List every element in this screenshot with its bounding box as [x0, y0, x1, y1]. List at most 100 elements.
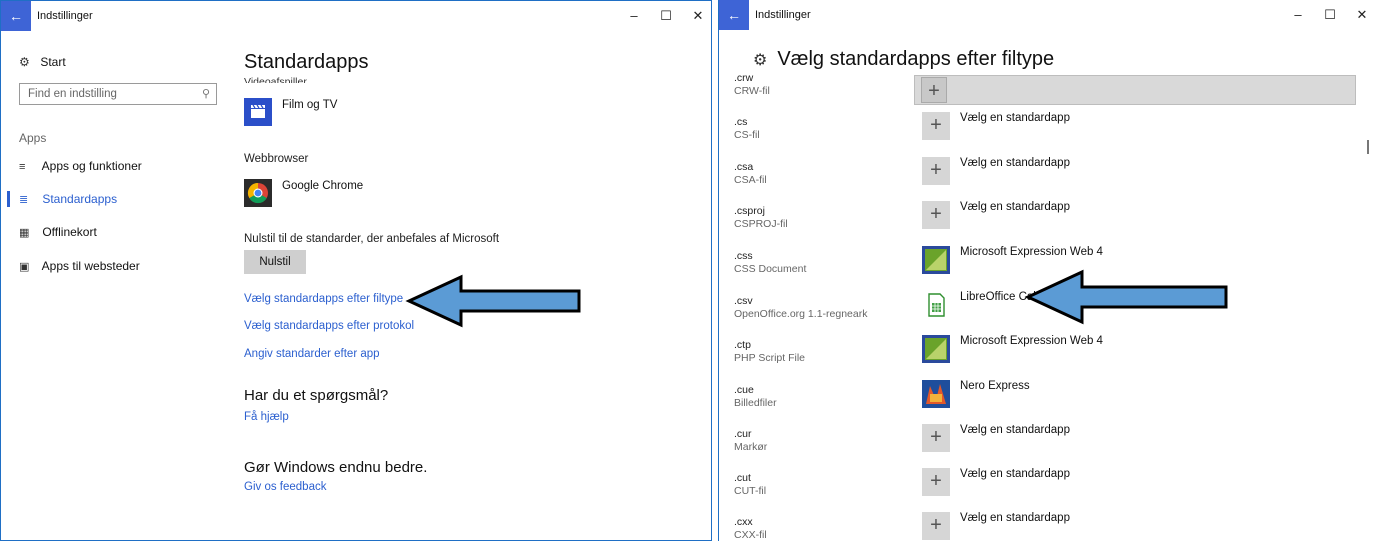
nav-start[interactable]: ⚙ Start: [19, 55, 66, 69]
filetype-row-cut: .cut CUT-fil + Vælg en standardapp: [734, 468, 1374, 516]
app-name: Vælg en standardapp: [960, 468, 1070, 480]
window-title: Indstillinger: [37, 10, 93, 22]
filetype-ext: .cut: [734, 472, 751, 484]
filetype-desc: PHP Script File: [734, 352, 805, 364]
close-button[interactable]: ✕: [681, 1, 711, 31]
sidebar-item-apps-websites[interactable]: ▣ Apps til websteder: [19, 259, 140, 273]
filetype-ext: .cur: [734, 428, 752, 440]
choose-by-protocol-link[interactable]: Vælg standardapps efter protokol: [244, 320, 414, 332]
web-app-icon: ▣: [19, 261, 30, 273]
defaults-icon: ≣: [19, 194, 29, 206]
sidebar-item-label: Offlinekort: [42, 225, 97, 239]
plus-icon: +: [922, 201, 950, 229]
set-defaults-by-app-link[interactable]: Angiv standarder efter app: [244, 348, 380, 360]
video-app-name: Film og TV: [282, 99, 338, 111]
sidebar-item-label: Apps til websteder: [41, 259, 140, 273]
filetype-row-csproj: .csproj CSPROJ-fil + Vælg en standardapp: [734, 201, 1374, 249]
app-name: Microsoft Expression Web 4: [960, 335, 1103, 347]
choose-app-button-crw[interactable]: +: [914, 75, 1356, 105]
back-button[interactable]: ←: [719, 0, 749, 30]
sidebar-item-apps-features[interactable]: ≡ Apps og funktioner: [19, 159, 142, 173]
filetype-desc: CS-fil: [734, 129, 760, 141]
chrome-icon: [244, 179, 272, 207]
filetype-row-csa: .csa CSA-fil + Vælg en standardapp: [734, 157, 1374, 205]
sidebar-item-label: Standardapps: [42, 192, 118, 206]
settings-window-left: ← Indstillinger – ☐ ✕ ⚙ Start Find en in…: [0, 0, 712, 541]
filetype-desc: CSPROJ-fil: [734, 218, 788, 230]
active-indicator: [7, 191, 10, 207]
page-title: Standardapps: [244, 51, 369, 73]
settings-window-right: ← Indstillinger – ☐ ✕ ⚙ Vælg standardapps…: [718, 0, 1378, 541]
nero-express-icon: [922, 380, 950, 408]
filetype-row-cs: .cs CS-fil + Vælg en standardapp: [734, 112, 1374, 160]
filetype-row-cxx: .cxx CXX-fil + Vælg en standardapp: [734, 512, 1374, 541]
gear-icon: ⚙: [753, 52, 768, 69]
filetype-ext: .cxx: [734, 516, 753, 528]
maximize-button[interactable]: ☐: [1313, 0, 1347, 30]
browser-app-name: Google Chrome: [282, 180, 364, 192]
choose-by-filetype-link[interactable]: Vælg standardapps efter filtype: [244, 293, 403, 305]
app-name: Vælg en standardapp: [960, 424, 1070, 436]
question-heading: Har du et spørgsmål?: [244, 387, 389, 404]
gear-icon: ⚙: [19, 55, 30, 69]
filetype-ext: .csa: [734, 161, 754, 173]
page-title: ⚙ Vælg standardapps efter filtype: [753, 48, 1054, 71]
back-button[interactable]: ←: [1, 1, 31, 31]
browser-label: Webbrowser: [244, 153, 309, 165]
list-icon: ≡: [19, 161, 26, 173]
reset-button[interactable]: Nulstil: [244, 250, 306, 274]
map-icon: ▦: [19, 227, 30, 239]
filetype-ext: .csproj: [734, 205, 765, 217]
app-name: Vælg en standardapp: [960, 112, 1070, 124]
filetype-desc: CRW-fil: [734, 85, 770, 97]
plus-icon: +: [922, 157, 950, 185]
plus-icon: +: [922, 112, 950, 140]
app-name: Vælg en standardapp: [960, 157, 1070, 169]
sidebar-item-offline-maps[interactable]: ▦ Offlinekort: [19, 225, 97, 239]
get-help-link[interactable]: Få hjælp: [244, 411, 289, 423]
minimize-button[interactable]: –: [617, 1, 651, 31]
sidebar-item-label: Apps og funktioner: [41, 159, 142, 173]
app-name: Vælg en standardapp: [960, 201, 1070, 213]
filetype-ext: .cs: [734, 116, 748, 128]
expression-web-icon: [922, 246, 950, 274]
nav-start-label: Start: [40, 55, 66, 69]
plus-icon: +: [921, 77, 947, 103]
filetype-desc: OpenOffice.org 1.1-regneark: [734, 308, 868, 320]
filetype-ext: .cue: [734, 384, 754, 396]
app-name: Nero Express: [960, 380, 1030, 392]
plus-icon: +: [922, 512, 950, 540]
page-title-text: Vælg standardapps efter filtype: [777, 48, 1055, 70]
film-tv-icon: [244, 98, 272, 126]
filetype-row-cur: .cur Markør + Vælg en standardapp: [734, 424, 1374, 472]
plus-icon: +: [922, 468, 950, 496]
feedback-heading: Gør Windows endnu bedre.: [244, 459, 428, 476]
expression-web-icon: [922, 335, 950, 363]
maximize-button[interactable]: ☐: [649, 1, 683, 31]
video-player-label: Videoafspiller: [244, 76, 307, 83]
search-input[interactable]: Find en indstilling ⚲: [19, 83, 217, 105]
window-title: Indstillinger: [755, 9, 811, 21]
filetype-desc: CSS Document: [734, 263, 807, 275]
title-bar: ← Indstillinger – ☐ ✕: [719, 0, 1378, 30]
plus-icon: +: [922, 424, 950, 452]
nav-group-label: Apps: [19, 131, 47, 145]
search-placeholder: Find en indstilling: [28, 88, 117, 100]
filetype-desc: CSA-fil: [734, 174, 767, 186]
filetype-row-cue: .cue Billedfiler Nero Express: [734, 380, 1374, 428]
search-icon: ⚲: [201, 88, 210, 100]
filetype-desc: Billedfiler: [734, 397, 777, 409]
filetype-ext: .crw: [734, 72, 754, 84]
close-button[interactable]: ✕: [1345, 0, 1378, 30]
feedback-link[interactable]: Giv os feedback: [244, 481, 326, 493]
app-name: Microsoft Expression Web 4: [960, 246, 1103, 258]
title-bar: ← Indstillinger – ☐ ✕: [1, 1, 711, 31]
libreoffice-calc-icon: [928, 293, 945, 317]
filetype-ext: .ctp: [734, 339, 751, 351]
filetype-row-ctp: .ctp PHP Script File Microsoft Expressio…: [734, 335, 1374, 383]
minimize-button[interactable]: –: [1281, 0, 1315, 30]
reset-label: Nulstil til de standarder, der anbefales…: [244, 233, 500, 245]
sidebar-item-default-apps[interactable]: ≣ Standardapps: [19, 192, 117, 206]
filetype-desc: Markør: [734, 441, 768, 453]
filetype-desc: CUT-fil: [734, 485, 767, 497]
